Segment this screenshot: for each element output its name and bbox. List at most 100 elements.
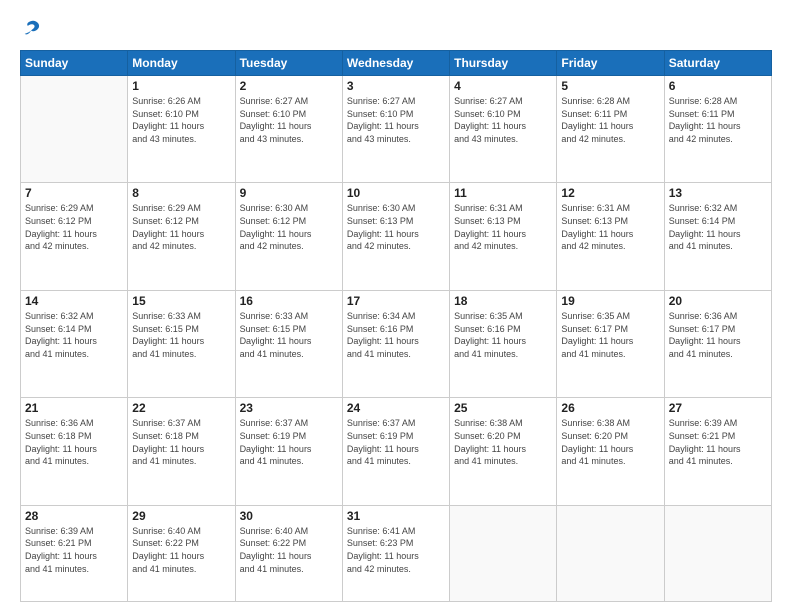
calendar-cell: 30Sunrise: 6:40 AM Sunset: 6:22 PM Dayli… [235, 505, 342, 601]
day-info: Sunrise: 6:37 AM Sunset: 6:19 PM Dayligh… [240, 417, 338, 467]
day-number: 24 [347, 401, 445, 415]
calendar-cell: 18Sunrise: 6:35 AM Sunset: 6:16 PM Dayli… [450, 290, 557, 397]
calendar-cell: 27Sunrise: 6:39 AM Sunset: 6:21 PM Dayli… [664, 398, 771, 505]
calendar-table: SundayMondayTuesdayWednesdayThursdayFrid… [20, 50, 772, 602]
calendar-cell [21, 76, 128, 183]
calendar-week-row: 7 Sunrise: 6:29 AM Sunset: 6:12 PM Daylig… [21, 183, 772, 290]
day-info: Sunrise: 6:31 AM Sunset: 6:13 PM Dayligh… [561, 202, 659, 252]
weekday-header: Sunday [21, 51, 128, 76]
calendar-cell: 16 Sunrise: 6:33 AM Sunset: 6:15 PM Dayli… [235, 290, 342, 397]
day-number: 6 [669, 79, 767, 93]
calendar-cell: 2 Sunrise: 6:27 AM Sunset: 6:10 PM Daylig… [235, 76, 342, 183]
logo [20, 18, 46, 40]
calendar-cell: 15 Sunrise: 6:33 AM Sunset: 6:15 PM Dayli… [128, 290, 235, 397]
day-number: 12 [561, 186, 659, 200]
day-info: Sunrise: 6:36 AM Sunset: 6:18 PM Dayligh… [25, 417, 123, 467]
day-info: Sunrise: 6:33 AM Sunset: 6:15 PM Dayligh… [240, 310, 338, 360]
calendar-week-row: 1 Sunrise: 6:26 AM Sunset: 6:10 PM Daylig… [21, 76, 772, 183]
calendar-cell: 8 Sunrise: 6:29 AM Sunset: 6:12 PM Daylig… [128, 183, 235, 290]
weekday-header: Wednesday [342, 51, 449, 76]
calendar-cell: 5Sunrise: 6:28 AM Sunset: 6:11 PM Daylig… [557, 76, 664, 183]
day-number: 21 [25, 401, 123, 415]
day-info: Sunrise: 6:36 AM Sunset: 6:17 PM Dayligh… [669, 310, 767, 360]
day-number: 1 [132, 79, 230, 93]
calendar-cell: 12 Sunrise: 6:31 AM Sunset: 6:13 PM Dayli… [557, 183, 664, 290]
day-number: 11 [454, 186, 552, 200]
day-info: Sunrise: 6:28 AM Sunset: 6:11 PM Dayligh… [669, 95, 767, 145]
day-number: 22 [132, 401, 230, 415]
calendar-week-row: 14 Sunrise: 6:32 AM Sunset: 6:14 PM Dayli… [21, 290, 772, 397]
calendar-week-row: 28Sunrise: 6:39 AM Sunset: 6:21 PM Dayli… [21, 505, 772, 601]
calendar-cell: 29 Sunrise: 6:40 AM Sunset: 6:22 PM Dayli… [128, 505, 235, 601]
day-number: 2 [240, 79, 338, 93]
calendar-cell: 23 Sunrise: 6:37 AM Sunset: 6:19 PM Dayli… [235, 398, 342, 505]
weekday-header: Tuesday [235, 51, 342, 76]
day-info: Sunrise: 6:26 AM Sunset: 6:10 PM Dayligh… [132, 95, 230, 145]
calendar-cell: 3 Sunrise: 6:27 AM Sunset: 6:10 PM Daylig… [342, 76, 449, 183]
day-info: Sunrise: 6:38 AM Sunset: 6:20 PM Dayligh… [454, 417, 552, 467]
day-info: Sunrise: 6:32 AM Sunset: 6:14 PM Dayligh… [25, 310, 123, 360]
day-info: Sunrise: 6:29 AM Sunset: 6:12 PM Dayligh… [25, 202, 123, 252]
day-info: Sunrise: 6:29 AM Sunset: 6:12 PM Dayligh… [132, 202, 230, 252]
weekday-header-row: SundayMondayTuesdayWednesdayThursdayFrid… [21, 51, 772, 76]
day-number: 15 [132, 294, 230, 308]
day-info: Sunrise: 6:30 AM Sunset: 6:12 PM Dayligh… [240, 202, 338, 252]
day-number: 8 [132, 186, 230, 200]
day-number: 25 [454, 401, 552, 415]
day-info: Sunrise: 6:37 AM Sunset: 6:19 PM Dayligh… [347, 417, 445, 467]
day-info: Sunrise: 6:30 AM Sunset: 6:13 PM Dayligh… [347, 202, 445, 252]
calendar-cell: 25 Sunrise: 6:38 AM Sunset: 6:20 PM Dayli… [450, 398, 557, 505]
day-info: Sunrise: 6:41 AM Sunset: 6:23 PM Dayligh… [347, 525, 445, 575]
calendar-cell: 10Sunrise: 6:30 AM Sunset: 6:13 PM Dayli… [342, 183, 449, 290]
weekday-header: Saturday [664, 51, 771, 76]
day-number: 23 [240, 401, 338, 415]
day-info: Sunrise: 6:38 AM Sunset: 6:20 PM Dayligh… [561, 417, 659, 467]
day-info: Sunrise: 6:27 AM Sunset: 6:10 PM Dayligh… [240, 95, 338, 145]
day-info: Sunrise: 6:31 AM Sunset: 6:13 PM Dayligh… [454, 202, 552, 252]
day-number: 4 [454, 79, 552, 93]
day-info: Sunrise: 6:28 AM Sunset: 6:11 PM Dayligh… [561, 95, 659, 145]
weekday-header: Thursday [450, 51, 557, 76]
day-info: Sunrise: 6:34 AM Sunset: 6:16 PM Dayligh… [347, 310, 445, 360]
calendar-cell: 1 Sunrise: 6:26 AM Sunset: 6:10 PM Daylig… [128, 76, 235, 183]
calendar-cell: 9Sunrise: 6:30 AM Sunset: 6:12 PM Daylig… [235, 183, 342, 290]
calendar-cell: 17 Sunrise: 6:34 AM Sunset: 6:16 PM Dayli… [342, 290, 449, 397]
calendar-cell: 28Sunrise: 6:39 AM Sunset: 6:21 PM Dayli… [21, 505, 128, 601]
calendar-cell: 6 Sunrise: 6:28 AM Sunset: 6:11 PM Daylig… [664, 76, 771, 183]
day-info: Sunrise: 6:27 AM Sunset: 6:10 PM Dayligh… [454, 95, 552, 145]
day-info: Sunrise: 6:33 AM Sunset: 6:15 PM Dayligh… [132, 310, 230, 360]
calendar-cell: 19Sunrise: 6:35 AM Sunset: 6:17 PM Dayli… [557, 290, 664, 397]
calendar-cell: 13 Sunrise: 6:32 AM Sunset: 6:14 PM Dayli… [664, 183, 771, 290]
day-info: Sunrise: 6:40 AM Sunset: 6:22 PM Dayligh… [240, 525, 338, 575]
calendar-cell: 14 Sunrise: 6:32 AM Sunset: 6:14 PM Dayli… [21, 290, 128, 397]
day-info: Sunrise: 6:40 AM Sunset: 6:22 PM Dayligh… [132, 525, 230, 575]
day-number: 17 [347, 294, 445, 308]
header [20, 18, 772, 40]
day-number: 13 [669, 186, 767, 200]
day-number: 26 [561, 401, 659, 415]
day-number: 31 [347, 509, 445, 523]
page: SundayMondayTuesdayWednesdayThursdayFrid… [0, 0, 792, 612]
day-info: Sunrise: 6:39 AM Sunset: 6:21 PM Dayligh… [669, 417, 767, 467]
day-number: 7 [25, 186, 123, 200]
day-info: Sunrise: 6:35 AM Sunset: 6:16 PM Dayligh… [454, 310, 552, 360]
day-info: Sunrise: 6:27 AM Sunset: 6:10 PM Dayligh… [347, 95, 445, 145]
calendar-cell: 26 Sunrise: 6:38 AM Sunset: 6:20 PM Dayli… [557, 398, 664, 505]
calendar-cell: 21 Sunrise: 6:36 AM Sunset: 6:18 PM Dayli… [21, 398, 128, 505]
day-number: 16 [240, 294, 338, 308]
day-info: Sunrise: 6:35 AM Sunset: 6:17 PM Dayligh… [561, 310, 659, 360]
day-number: 14 [25, 294, 123, 308]
day-number: 20 [669, 294, 767, 308]
calendar-cell: 31 Sunrise: 6:41 AM Sunset: 6:23 PM Dayli… [342, 505, 449, 601]
day-info: Sunrise: 6:32 AM Sunset: 6:14 PM Dayligh… [669, 202, 767, 252]
day-number: 29 [132, 509, 230, 523]
calendar-cell: 4 Sunrise: 6:27 AM Sunset: 6:10 PM Daylig… [450, 76, 557, 183]
calendar-cell [450, 505, 557, 601]
weekday-header: Friday [557, 51, 664, 76]
day-number: 3 [347, 79, 445, 93]
day-number: 28 [25, 509, 123, 523]
weekday-header: Monday [128, 51, 235, 76]
calendar-week-row: 21 Sunrise: 6:36 AM Sunset: 6:18 PM Dayli… [21, 398, 772, 505]
calendar-cell [557, 505, 664, 601]
calendar-cell: 7 Sunrise: 6:29 AM Sunset: 6:12 PM Daylig… [21, 183, 128, 290]
